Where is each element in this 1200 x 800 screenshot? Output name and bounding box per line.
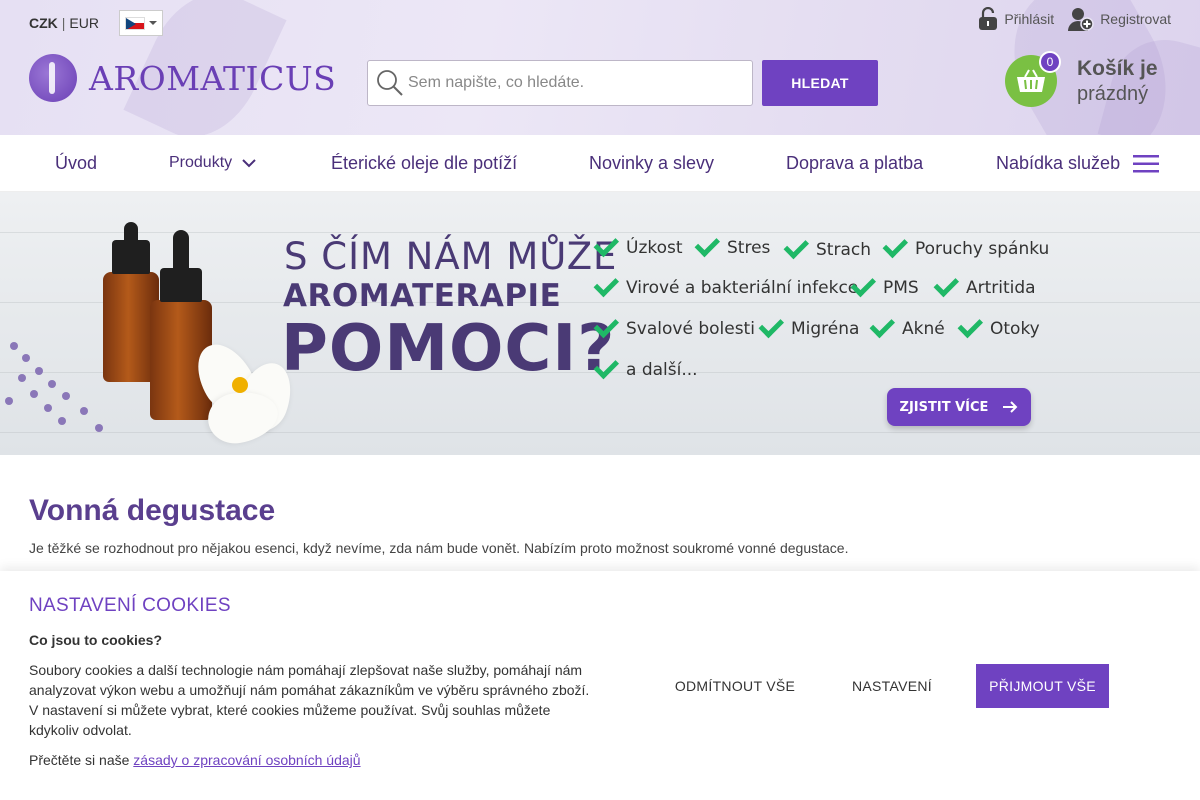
banner-check-item: a další... (593, 353, 698, 380)
padlock-icon (979, 7, 998, 30)
site-logo[interactable]: AROMATICUS (29, 54, 336, 102)
wood-plank-line (0, 432, 1200, 433)
cart-widget[interactable]: 0 Košík je prázdný (1005, 51, 1158, 107)
checkmark-icon (957, 312, 984, 339)
banner-check-item: Otoky (957, 312, 1040, 339)
bottle-dropper-image (112, 240, 150, 274)
register-label: Registrovat (1100, 11, 1171, 27)
arrow-right-icon (1003, 401, 1018, 413)
search-button[interactable]: HLEDAT (762, 60, 878, 106)
nav-item-oils-by-problem[interactable]: Éterické oleje dle potíží (331, 153, 517, 174)
cookie-consent-bar: NASTAVENÍ COOKIES Co jsou to cookies? So… (0, 571, 1200, 800)
banner-check-item: Virové a bakteriální infekce (593, 271, 858, 298)
cookie-subtitle: Co jsou to cookies? (29, 632, 163, 648)
checkmark-icon (758, 312, 785, 339)
bottle-dropper-image (173, 230, 189, 270)
site-header: CZK | EUR Přihlásit Registrovat AROMATIC… (0, 0, 1200, 135)
banner-check-item: Migréna (758, 312, 859, 339)
cart-title: Košík je (1077, 57, 1158, 81)
flower-center-image (232, 377, 248, 393)
search-input[interactable] (408, 74, 728, 92)
page-description: Je těžké se rozhodnout pro nějakou esenc… (29, 540, 849, 556)
login-link[interactable]: Přihlásit (978, 7, 1054, 31)
cookie-policy-prefix: Přečtěte si naše (29, 752, 130, 768)
checkmark-icon (783, 233, 810, 260)
logo-text: AROMATICUS (89, 58, 337, 98)
nav-item-label: Novinky a slevy (589, 152, 715, 173)
logo-emblem-icon (29, 54, 77, 102)
banner-check-item: Artritida (933, 271, 1036, 298)
banner-heading-line3: POMOCI? (281, 312, 616, 386)
login-label: Přihlásit (1004, 11, 1055, 27)
cookie-title: NASTAVENÍ COOKIES (29, 595, 231, 616)
banner-check-item: Stres (694, 231, 770, 258)
checkmark-icon (694, 231, 721, 258)
cart-subtitle: prázdný (1077, 82, 1149, 105)
reject-all-button[interactable]: ODMÍTNOUT VŠE (660, 664, 810, 708)
banner-check-item: Poruchy spánku (882, 232, 1049, 259)
cart-button[interactable]: 0 (1005, 51, 1061, 107)
cart-count-badge: 0 (1039, 51, 1061, 73)
banner-heading-line1: S ČÍM NÁM MŮŽE (284, 235, 618, 278)
page-title: Vonná degustace (29, 494, 276, 527)
cart-status: Košík je prázdný (1077, 56, 1158, 105)
bottle-dropper-image (160, 268, 202, 302)
banner-check-item: Strach (783, 233, 871, 260)
currency-switcher: CZK | EUR (29, 10, 163, 36)
cookie-description: Soubory cookies a další technologie nám … (29, 662, 590, 738)
currency-czk[interactable]: CZK (29, 15, 58, 31)
banner-heading-line2: AROMATERAPIE (283, 278, 562, 314)
nav-item-label: Produkty (169, 154, 233, 171)
privacy-policy-link[interactable]: zásady o zpracování osobních údajů (133, 752, 360, 768)
main-navigation: Úvod Produkty Éterické oleje dle potíží … (0, 135, 1200, 192)
search-box (367, 60, 753, 106)
checkmark-icon (933, 271, 960, 298)
nav-item-home[interactable]: Úvod (55, 153, 97, 174)
nav-item-label: Doprava a platba (786, 152, 924, 173)
account-links: Přihlásit Registrovat (964, 7, 1171, 31)
register-link[interactable]: Registrovat (1068, 7, 1171, 31)
nav-item-services[interactable]: Nabídka služeb (996, 153, 1120, 174)
nav-item-products[interactable]: Produkty (169, 154, 256, 172)
basket-icon (1017, 69, 1045, 92)
learn-more-button[interactable]: ZJISTIT VÍCE (887, 388, 1031, 426)
nav-item-label: Éterické oleje dle potíží (331, 152, 518, 173)
currency-separator: | (61, 15, 66, 31)
cookie-settings-button[interactable]: NASTAVENÍ (832, 664, 952, 708)
checkmark-icon (882, 232, 909, 259)
checkmark-icon (869, 312, 896, 339)
banner-check-item: Svalové bolesti (593, 312, 755, 339)
banner-check-item: Úzkost (593, 231, 683, 258)
add-user-icon (1068, 8, 1094, 31)
nav-item-label: Úvod (55, 152, 98, 173)
nav-item-shipping-payment[interactable]: Doprava a platba (786, 153, 923, 174)
nav-item-label: Nabídka služeb (996, 152, 1121, 173)
language-select[interactable] (118, 10, 163, 36)
currency-eur[interactable]: EUR (69, 15, 99, 31)
chevron-down-icon (148, 21, 157, 25)
search-icon (377, 70, 403, 96)
cookie-policy-text: Přečtěte si naše zásady o zpracování oso… (29, 752, 361, 768)
banner-check-item: PMS (850, 271, 919, 298)
accept-all-button[interactable]: PŘIJMOUT VŠE (976, 664, 1109, 708)
bottle-dropper-image (124, 222, 138, 242)
hamburger-menu-icon[interactable] (1133, 154, 1159, 174)
chevron-down-icon (242, 158, 256, 167)
hero-banner[interactable]: S ČÍM NÁM MŮŽE AROMATERAPIE POMOCI? Úzko… (0, 192, 1200, 455)
learn-more-label: ZJISTIT VÍCE (899, 399, 989, 415)
czech-flag-icon (124, 16, 145, 30)
banner-check-item: Akné (869, 312, 945, 339)
checkmark-icon (850, 271, 877, 298)
nav-item-news-and-sales[interactable]: Novinky a slevy (589, 153, 714, 174)
